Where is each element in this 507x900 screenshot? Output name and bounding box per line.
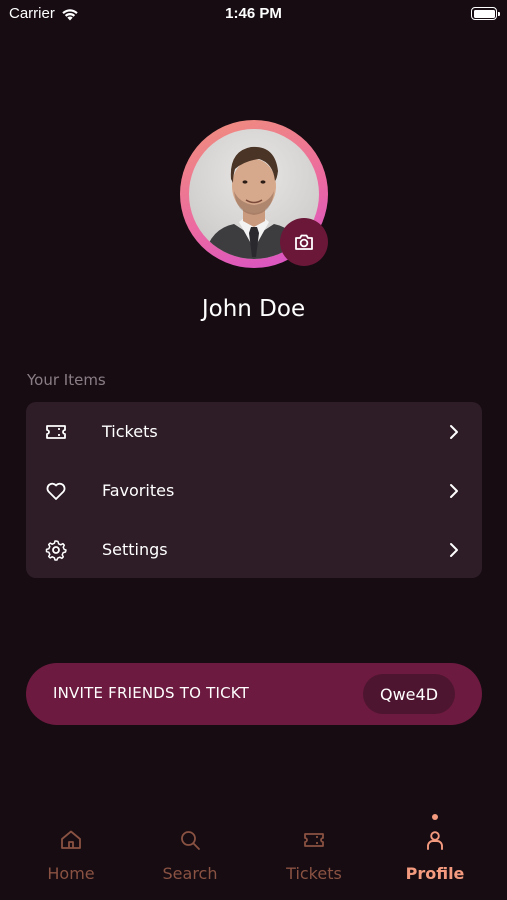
menu-item-label: Favorites (102, 481, 175, 500)
search-icon (181, 831, 200, 850)
person-icon (427, 831, 443, 850)
tab-home[interactable]: Home (16, 810, 126, 890)
invite-text: INVITE FRIENDS TO TICKT (53, 684, 249, 702)
section-label: Your Items (27, 371, 106, 389)
tab-label: Profile (405, 864, 465, 883)
chevron-right-icon (450, 542, 458, 557)
menu-item-label: Tickets (102, 422, 158, 441)
chevron-right-icon (450, 424, 458, 439)
user-name: John Doe (201, 296, 306, 322)
tab-tickets[interactable]: Tickets (259, 810, 369, 890)
menu-item-tickets[interactable]: Tickets (26, 402, 482, 461)
gear-icon (45, 539, 67, 561)
status-bar: Carrier 1:46 PM (0, 0, 507, 28)
home-icon (61, 830, 81, 849)
menu-item-settings[interactable]: Settings (26, 520, 482, 579)
change-photo-button[interactable] (280, 218, 328, 266)
status-time: 1:46 PM (225, 5, 282, 22)
menu-item-favorites[interactable]: Favorites (26, 461, 482, 520)
items-card: Tickets Favorites Settings (26, 402, 482, 578)
ticket-icon (304, 833, 324, 847)
chevron-right-icon (450, 483, 458, 498)
invite-code-badge[interactable]: Qwe4D (363, 674, 455, 714)
camera-icon (295, 234, 313, 250)
battery-icon (471, 7, 500, 20)
tab-label: Home (47, 864, 95, 883)
active-indicator-dot (432, 814, 438, 820)
tab-label: Tickets (286, 864, 342, 883)
ticket-icon (46, 424, 66, 439)
tab-bar: Home Search Tickets Profile (0, 810, 507, 900)
menu-item-label: Settings (102, 540, 168, 559)
tab-search[interactable]: Search (135, 810, 245, 890)
heart-icon (46, 482, 66, 500)
tab-profile[interactable]: Profile (380, 810, 490, 890)
invite-friends-banner[interactable]: INVITE FRIENDS TO TICKT Qwe4D (26, 663, 482, 725)
tab-label: Search (162, 864, 218, 883)
